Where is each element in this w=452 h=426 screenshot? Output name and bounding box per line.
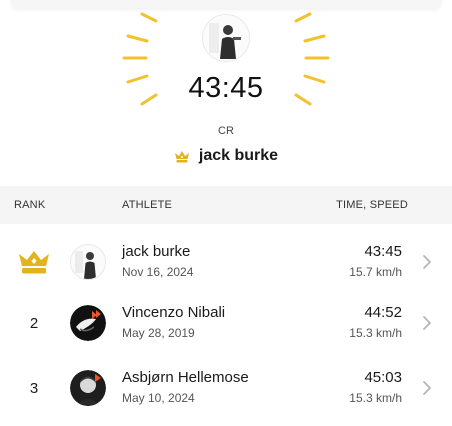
cr-holder-name: jack burke <box>198 147 279 164</box>
rank-cell <box>14 229 54 295</box>
leaderboard-row[interactable]: 2 Vincenzo Nibali May 28, 2019 44:52 15.… <box>0 290 452 356</box>
rank-cell: 2 <box>14 290 54 356</box>
effort-time: 44:52 <box>364 304 402 321</box>
rank-number: 3 <box>29 379 39 397</box>
athlete-name: Asbjørn Hellemose <box>122 369 249 386</box>
athlete-column-header: ATHLETE <box>122 199 173 211</box>
effort-speed: 15.3 km/h <box>349 391 402 405</box>
effort-date: May 28, 2019 <box>122 326 195 340</box>
avatar <box>70 305 106 341</box>
hero-athlete-avatar[interactable] <box>202 14 250 62</box>
athlete-name: jack burke <box>122 243 191 260</box>
chevron-right-icon <box>423 316 431 330</box>
rank-column-header: RANK <box>14 199 46 211</box>
avatar <box>70 244 106 280</box>
rank-cell: 3 <box>14 355 54 421</box>
athlete-photo-icon <box>70 370 106 406</box>
crown-icon <box>19 251 49 274</box>
crown-icon <box>174 151 189 163</box>
leaderboard-row[interactable]: 3 Asbjørn Hellemose May 10, 2024 45:03 1… <box>0 355 452 421</box>
cr-holder[interactable]: jack burke <box>0 147 452 165</box>
time-speed-column-header: TIME, SPEED <box>336 199 408 211</box>
rank-number: 2 <box>29 314 39 332</box>
team-logo-icon <box>70 305 106 341</box>
chevron-right-icon <box>423 381 431 395</box>
effort-date: Nov 16, 2024 <box>122 265 194 279</box>
cr-time: 43:45 <box>188 72 264 104</box>
athlete-name: Vincenzo Nibali <box>122 304 226 321</box>
cr-hero: 43:45 CR jack burke <box>0 0 452 186</box>
effort-speed: 15.7 km/h <box>349 265 402 279</box>
avatar <box>70 370 106 406</box>
chevron-right-icon <box>423 255 431 269</box>
cr-label: CR <box>218 125 234 137</box>
avatar-photo-icon <box>71 245 105 279</box>
effort-date: May 10, 2024 <box>122 391 195 405</box>
avatar-photo-icon <box>203 15 249 61</box>
leaderboard-header: RANK ATHLETE TIME, SPEED <box>0 186 452 224</box>
effort-time: 43:45 <box>364 243 402 260</box>
leaderboard-row[interactable]: jack burke Nov 16, 2024 43:45 15.7 km/h <box>0 229 452 295</box>
effort-speed: 15.3 km/h <box>349 326 402 340</box>
effort-time: 45:03 <box>364 369 402 386</box>
